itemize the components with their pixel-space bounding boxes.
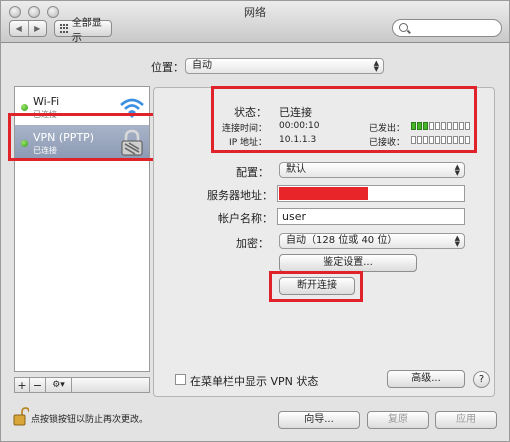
account-name-input[interactable]: user xyxy=(277,208,465,225)
encryption-value: 自动（128 位或 40 位） xyxy=(286,235,398,246)
location-label: 位置： xyxy=(151,61,184,74)
search-icon xyxy=(399,23,408,32)
action-menu-button[interactable]: ⚙▾ xyxy=(46,377,72,393)
location-value: 自动 xyxy=(192,60,212,71)
config-popup[interactable]: 默认 ▲ ▼ xyxy=(279,162,465,178)
show-vpn-status-checkbox[interactable] xyxy=(175,374,186,385)
encryption-label: 加密： xyxy=(236,237,269,250)
unlocked-padlock-icon[interactable] xyxy=(13,407,29,427)
redaction-bar xyxy=(279,187,368,200)
remove-service-button[interactable]: − xyxy=(30,377,46,393)
highlight-box-vpn-service xyxy=(8,113,157,161)
config-value: 默认 xyxy=(286,164,306,175)
show-vpn-status-label: 在菜单栏中显示 VPN 状态 xyxy=(190,375,319,388)
highlight-box-disconnect xyxy=(269,271,363,302)
encryption-popup[interactable]: 自动（128 位或 40 位） ▲ ▼ xyxy=(279,233,465,249)
server-address-label: 服务器地址： xyxy=(207,189,273,202)
advanced-button[interactable]: 高级... xyxy=(387,370,465,388)
back-button[interactable]: ◀ xyxy=(10,21,28,36)
title-bar: 网络 ◀ ▶ 全部显示 xyxy=(1,1,509,44)
account-name-label: 帐户名称： xyxy=(218,212,273,225)
lock-hint-text: 点按锁按钮以防止再次更改。 xyxy=(31,415,149,425)
show-all-label: 全部显示 xyxy=(71,17,102,44)
highlight-box-status xyxy=(211,86,477,153)
status-dot-icon xyxy=(21,104,28,111)
service-name: Wi-Fi xyxy=(33,95,60,108)
grid-icon xyxy=(60,24,69,33)
account-name-value: user xyxy=(282,210,306,223)
popup-arrows-icon: ▲ ▼ xyxy=(454,163,460,177)
apply-button[interactable]: 应用 xyxy=(435,411,497,429)
config-label: 配置： xyxy=(236,166,269,179)
search-field[interactable] xyxy=(392,19,502,37)
assistant-button[interactable]: 向导... xyxy=(278,411,360,429)
server-address-input[interactable] xyxy=(277,185,465,202)
service-list-toolbar: + − ⚙▾ xyxy=(14,377,150,393)
add-service-button[interactable]: + xyxy=(14,377,30,393)
help-button[interactable]: ? xyxy=(473,371,490,388)
authentication-settings-button[interactable]: 鉴定设置... xyxy=(279,254,417,272)
popup-arrows-icon: ▲ ▼ xyxy=(373,59,379,73)
network-preferences-window: 网络 ◀ ▶ 全部显示 位置： 自动 ▲ ▼ Wi-Fi 已连接 VPN (PP… xyxy=(0,0,510,442)
popup-arrows-icon: ▲ ▼ xyxy=(454,234,460,248)
back-forward-control: ◀ ▶ xyxy=(9,20,47,37)
show-all-button[interactable]: 全部显示 xyxy=(54,18,112,44)
location-popup[interactable]: 自动 ▲ ▼ xyxy=(185,58,384,74)
forward-button[interactable]: ▶ xyxy=(27,21,47,36)
toolbar-spacer xyxy=(72,377,150,393)
revert-button[interactable]: 复原 xyxy=(367,411,429,429)
